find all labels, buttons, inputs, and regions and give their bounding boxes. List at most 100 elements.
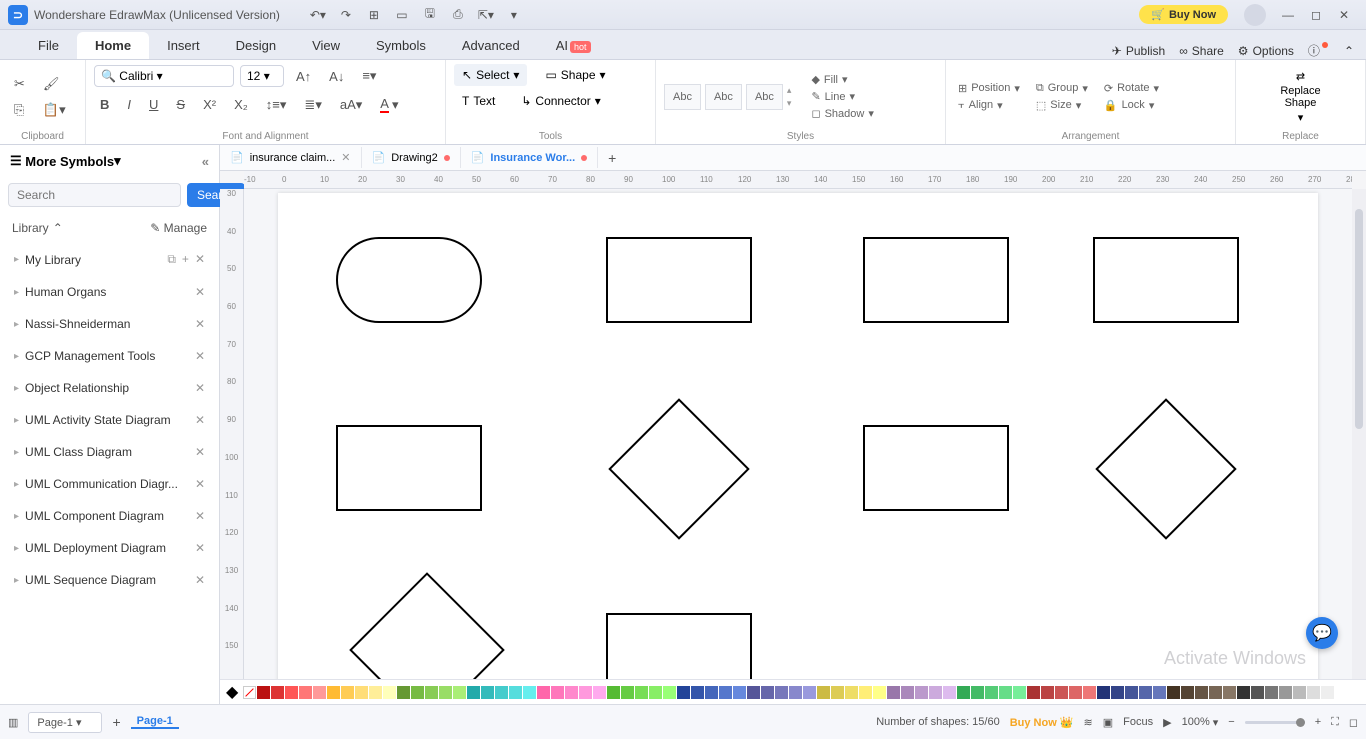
symbol-search-input[interactable] — [8, 183, 181, 207]
library-item-uml-deploy[interactable]: ▸UML Deployment Diagram✕ — [0, 532, 219, 564]
color-swatch[interactable] — [621, 686, 634, 699]
font-color-button[interactable]: A▾ — [374, 92, 404, 117]
lib-close-icon[interactable]: ✕ — [195, 349, 205, 363]
color-swatch[interactable] — [1195, 686, 1208, 699]
manage-library-button[interactable]: ✎ Manage — [150, 221, 207, 235]
page-selector[interactable]: Page-1 ▾ — [28, 712, 102, 733]
subscript-button[interactable]: X₂ — [228, 93, 254, 116]
menu-advanced[interactable]: Advanced — [444, 32, 538, 59]
vertical-scrollbar[interactable] — [1352, 189, 1366, 679]
undo-button[interactable]: ↶▾ — [304, 5, 332, 25]
add-tab-button[interactable]: + — [598, 146, 626, 170]
color-swatch[interactable] — [1069, 686, 1082, 699]
options-link[interactable]: ⚙Options — [1238, 44, 1294, 58]
font-name-select[interactable]: 🔍 Calibri ▾ — [94, 65, 234, 87]
lib-close-icon[interactable]: ✕ — [195, 573, 205, 587]
shape-rect[interactable] — [336, 425, 482, 511]
shape-rect[interactable] — [863, 237, 1009, 323]
library-collapse-icon[interactable]: ⌃ — [53, 221, 63, 235]
color-swatch[interactable] — [509, 686, 522, 699]
replace-shape-button[interactable]: ⇄ Replace Shape▾ — [1280, 70, 1320, 124]
lib-close-icon[interactable]: ✕ — [195, 509, 205, 523]
sidebar-collapse-button[interactable]: « — [202, 154, 209, 169]
print-button[interactable]: ⎙ — [444, 5, 472, 25]
copy-button[interactable]: ⎘ — [8, 98, 31, 122]
color-swatch[interactable] — [901, 686, 914, 699]
page-layout-button[interactable]: ▥ — [8, 716, 18, 729]
library-item-gcp[interactable]: ▸GCP Management Tools✕ — [0, 340, 219, 372]
color-swatch[interactable] — [341, 686, 354, 699]
color-swatch[interactable] — [481, 686, 494, 699]
color-swatch[interactable] — [775, 686, 788, 699]
doc-tab-insurance-wor[interactable]: 📄Insurance Wor... — [461, 147, 598, 168]
color-swatch[interactable] — [887, 686, 900, 699]
color-swatch[interactable] — [257, 686, 270, 699]
color-swatch[interactable] — [1097, 686, 1110, 699]
position-button[interactable]: ⊞Position▾ — [954, 81, 1024, 96]
page-tab-1[interactable]: Page-1 — [131, 715, 179, 729]
group-button[interactable]: ⧉Group▾ — [1032, 81, 1092, 96]
menu-file[interactable]: File — [20, 32, 77, 59]
color-swatch[interactable] — [705, 686, 718, 699]
shape-rounded-rect[interactable] — [336, 237, 482, 323]
swatch-none[interactable] — [243, 686, 256, 699]
list-button[interactable]: ≣▾ — [298, 93, 327, 117]
cut-button[interactable]: ✂ — [8, 72, 31, 96]
color-swatch[interactable] — [565, 686, 578, 699]
color-swatch[interactable] — [313, 686, 326, 699]
format-painter-button[interactable]: 🖌 — [37, 72, 72, 96]
color-swatch[interactable] — [999, 686, 1012, 699]
lib-close-icon[interactable]: ✕ — [195, 285, 205, 299]
superscript-button[interactable]: X² — [197, 93, 222, 116]
more-button[interactable]: ▾ — [500, 5, 528, 25]
color-swatch[interactable] — [397, 686, 410, 699]
shape-tool[interactable]: ▭Shape▾ — [537, 64, 613, 86]
color-swatch[interactable] — [1265, 686, 1278, 699]
lib-close-icon[interactable]: ✕ — [195, 413, 205, 427]
paste-button[interactable]: 📋▾ — [37, 98, 72, 122]
color-swatch[interactable] — [1209, 686, 1222, 699]
close-icon[interactable]: ✕ — [341, 151, 350, 164]
color-swatch[interactable] — [1013, 686, 1026, 699]
font-size-select[interactable]: 12 ▾ — [240, 65, 284, 87]
buy-now-button[interactable]: 🛒 Buy Now — [1139, 5, 1228, 24]
align-button[interactable]: ≡▾ — [356, 64, 382, 88]
shape-rect[interactable] — [1093, 237, 1239, 323]
decrease-font-button[interactable]: A↓ — [323, 65, 350, 88]
color-swatch[interactable] — [523, 686, 536, 699]
color-swatch[interactable] — [285, 686, 298, 699]
shape-diamond[interactable] — [608, 398, 749, 539]
styles-scroll-down[interactable]: ▾ — [787, 98, 792, 109]
color-swatch[interactable] — [957, 686, 970, 699]
color-swatch[interactable] — [929, 686, 942, 699]
color-swatch[interactable] — [355, 686, 368, 699]
increase-font-button[interactable]: A↑ — [290, 65, 317, 88]
library-item-uml-class[interactable]: ▸UML Class Diagram✕ — [0, 436, 219, 468]
publish-link[interactable]: ✈Publish — [1112, 44, 1165, 58]
bold-button[interactable]: B — [94, 93, 115, 116]
color-swatch[interactable] — [593, 686, 606, 699]
fill-button[interactable]: ◆Fill▾ — [807, 72, 877, 87]
color-swatch[interactable] — [453, 686, 466, 699]
zoom-slider[interactable] — [1245, 721, 1305, 724]
color-swatch[interactable] — [831, 686, 844, 699]
zoom-in-button[interactable]: + — [1315, 716, 1321, 728]
drawing-page[interactable] — [278, 193, 1318, 679]
window-maximize-button[interactable]: ◻ — [1302, 5, 1330, 25]
color-swatch[interactable] — [803, 686, 816, 699]
line-button[interactable]: ✎Line▾ — [807, 89, 877, 104]
align-obj-button[interactable]: ⫟Align▾ — [954, 98, 1024, 113]
add-page-button[interactable]: + — [112, 714, 120, 730]
zoom-value[interactable]: 100%▾ — [1182, 716, 1219, 729]
lib-close-icon[interactable]: ✕ — [195, 381, 205, 395]
color-swatch[interactable] — [915, 686, 928, 699]
color-swatch[interactable] — [789, 686, 802, 699]
color-swatch[interactable] — [551, 686, 564, 699]
scrollbar-thumb[interactable] — [1355, 209, 1363, 429]
fullscreen-button[interactable]: ◻ — [1349, 716, 1358, 729]
new-doc-button[interactable]: ⊞ — [360, 5, 388, 25]
style-preset-1[interactable]: Abc — [664, 84, 701, 110]
color-swatch[interactable] — [1153, 686, 1166, 699]
avatar[interactable] — [1244, 4, 1266, 26]
color-swatch[interactable] — [1139, 686, 1152, 699]
